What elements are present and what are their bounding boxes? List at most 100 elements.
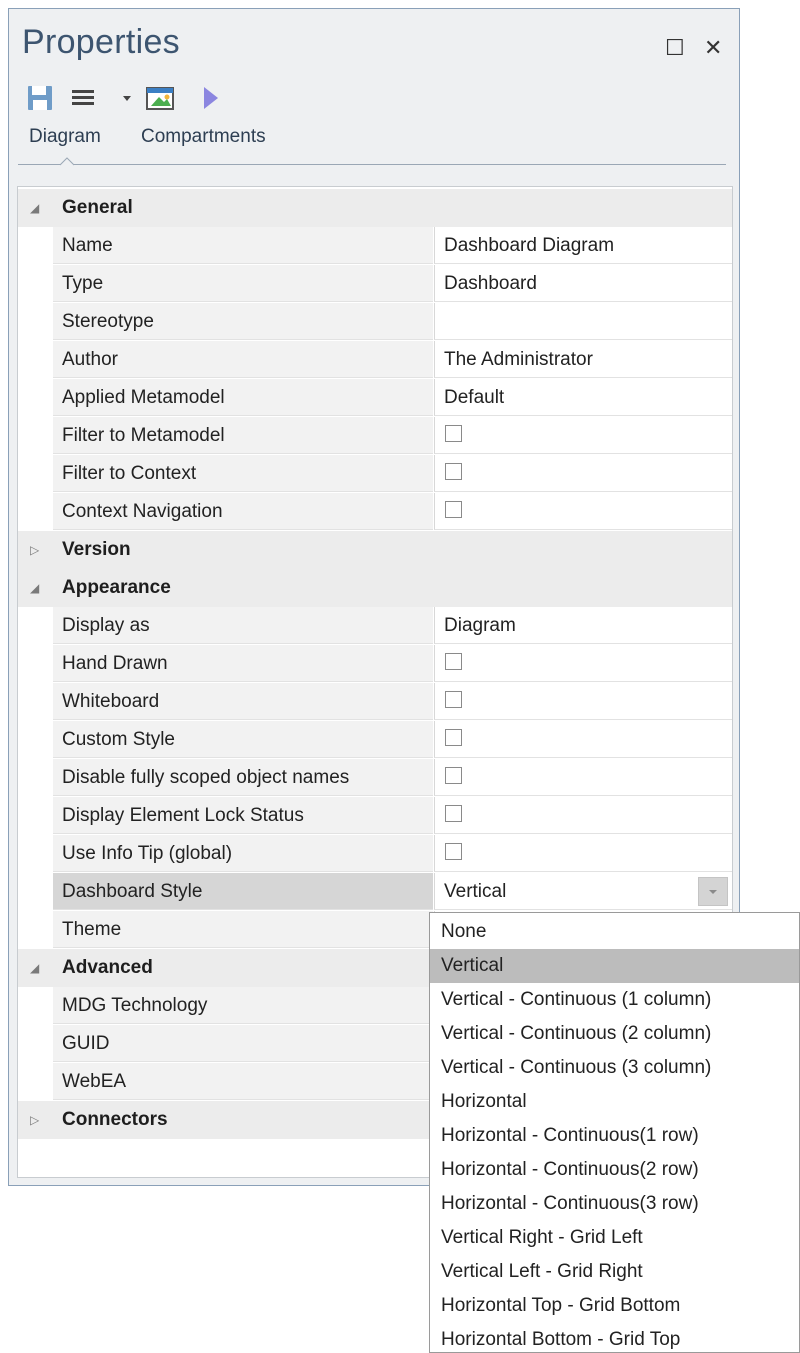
dropdown-option[interactable]: Horizontal - Continuous(3 row) bbox=[430, 1187, 799, 1221]
checkbox[interactable] bbox=[445, 805, 462, 822]
property-label: Custom Style bbox=[53, 721, 433, 758]
property-value[interactable]: The Administrator bbox=[434, 341, 732, 378]
panel-title: Properties bbox=[22, 23, 180, 61]
property-row[interactable]: Custom Style bbox=[18, 721, 732, 759]
collapse-triangle-icon[interactable]: ◢ bbox=[30, 189, 39, 227]
property-value[interactable] bbox=[434, 303, 732, 340]
dropdown-option[interactable]: Horizontal - Continuous(1 row) bbox=[430, 1119, 799, 1153]
property-label: Context Navigation bbox=[53, 493, 433, 530]
menu-lines-icon[interactable] bbox=[69, 81, 99, 115]
dropdown-arrow-button[interactable] bbox=[698, 877, 728, 906]
dropdown-option[interactable]: Horizontal Bottom - Grid Top bbox=[430, 1323, 799, 1352]
checkbox[interactable] bbox=[445, 729, 462, 746]
maximize-icon[interactable]: ☐ bbox=[665, 37, 685, 59]
gutter bbox=[18, 873, 53, 911]
active-tab-notch bbox=[60, 157, 74, 166]
dashboard-style-select[interactable]: Vertical bbox=[434, 873, 732, 910]
gutter bbox=[18, 835, 53, 873]
property-row[interactable]: Hand Drawn bbox=[18, 645, 732, 683]
property-label: GUID bbox=[53, 1025, 433, 1062]
category-appearance[interactable]: ◢ Appearance bbox=[18, 569, 732, 607]
property-label: Display as bbox=[53, 607, 433, 644]
gutter bbox=[18, 911, 53, 949]
gutter bbox=[18, 227, 53, 265]
category-version[interactable]: ▷ Version bbox=[18, 531, 732, 569]
gutter bbox=[18, 1025, 53, 1063]
dropdown-option[interactable]: Horizontal Top - Grid Bottom bbox=[430, 1289, 799, 1323]
property-row[interactable]: Name Dashboard Diagram bbox=[18, 227, 732, 265]
collapse-triangle-icon[interactable]: ◢ bbox=[30, 569, 39, 607]
category-label: General bbox=[62, 197, 133, 218]
checkbox[interactable] bbox=[445, 691, 462, 708]
checkbox[interactable] bbox=[445, 653, 462, 670]
expand-triangle-icon[interactable]: ▷ bbox=[30, 531, 39, 569]
property-value bbox=[434, 835, 732, 872]
property-row[interactable]: Whiteboard bbox=[18, 683, 732, 721]
property-row[interactable]: Stereotype bbox=[18, 303, 732, 341]
property-label: Applied Metamodel bbox=[53, 379, 433, 416]
checkbox[interactable] bbox=[445, 501, 462, 518]
gutter bbox=[18, 683, 53, 721]
checkbox[interactable] bbox=[445, 463, 462, 480]
property-row[interactable]: Display Element Lock Status bbox=[18, 797, 732, 835]
close-icon[interactable]: ✕ bbox=[704, 37, 722, 59]
save-icon[interactable] bbox=[25, 81, 55, 115]
dashboard-style-dropdown-list: None Vertical Vertical - Continuous (1 c… bbox=[429, 912, 800, 1353]
property-value[interactable]: Default bbox=[434, 379, 732, 416]
select-value: Vertical bbox=[444, 881, 507, 902]
collapse-triangle-icon[interactable]: ◢ bbox=[30, 949, 39, 987]
dropdown-option[interactable]: Vertical - Continuous (2 column) bbox=[430, 1017, 799, 1051]
dropdown-option[interactable]: Horizontal bbox=[430, 1085, 799, 1119]
dropdown-option[interactable]: None bbox=[430, 915, 799, 949]
property-value bbox=[434, 455, 732, 492]
property-row[interactable]: Filter to Metamodel bbox=[18, 417, 732, 455]
dropdown-option[interactable]: Vertical - Continuous (1 column) bbox=[430, 983, 799, 1017]
property-value bbox=[434, 797, 732, 834]
tab-compartments[interactable]: Compartments bbox=[141, 126, 266, 148]
tab-divider bbox=[18, 164, 726, 165]
property-row[interactable]: Display as Diagram bbox=[18, 607, 732, 645]
property-label: Type bbox=[53, 265, 433, 302]
property-row[interactable]: Disable fully scoped object names bbox=[18, 759, 732, 797]
gutter bbox=[18, 759, 53, 797]
property-value[interactable]: Dashboard bbox=[434, 265, 732, 302]
gutter bbox=[18, 721, 53, 759]
property-value bbox=[434, 417, 732, 454]
dropdown-option-selected[interactable]: Vertical bbox=[430, 949, 799, 983]
property-label: Theme bbox=[53, 911, 433, 948]
property-value bbox=[434, 759, 732, 796]
dropdown-option[interactable]: Vertical Left - Grid Right bbox=[430, 1255, 799, 1289]
checkbox[interactable] bbox=[445, 843, 462, 860]
property-value bbox=[434, 493, 732, 530]
gutter bbox=[18, 341, 53, 379]
property-label: Stereotype bbox=[53, 303, 433, 340]
property-value bbox=[434, 683, 732, 720]
toolbar bbox=[25, 81, 725, 115]
dropdown-caret-icon[interactable] bbox=[121, 81, 133, 115]
expand-triangle-icon[interactable]: ▷ bbox=[30, 1101, 39, 1139]
property-row-dashboard-style[interactable]: Dashboard Style Vertical bbox=[18, 873, 732, 911]
image-properties-icon[interactable] bbox=[143, 81, 177, 115]
property-value[interactable]: Diagram bbox=[434, 607, 732, 644]
dropdown-option[interactable]: Vertical Right - Grid Left bbox=[430, 1221, 799, 1255]
property-value[interactable]: Dashboard Diagram bbox=[434, 227, 732, 264]
property-label: MDG Technology bbox=[53, 987, 433, 1024]
property-row[interactable]: Applied Metamodel Default bbox=[18, 379, 732, 417]
property-label: Use Info Tip (global) bbox=[53, 835, 433, 872]
checkbox[interactable] bbox=[445, 767, 462, 784]
property-row[interactable]: Context Navigation bbox=[18, 493, 732, 531]
property-row[interactable]: Author The Administrator bbox=[18, 341, 732, 379]
property-row[interactable]: Filter to Context bbox=[18, 455, 732, 493]
dropdown-option[interactable]: Horizontal - Continuous(2 row) bbox=[430, 1153, 799, 1187]
property-row[interactable]: Use Info Tip (global) bbox=[18, 835, 732, 873]
checkbox[interactable] bbox=[445, 425, 462, 442]
play-arrow-icon[interactable] bbox=[201, 81, 221, 115]
gutter bbox=[18, 379, 53, 417]
category-label: Advanced bbox=[62, 957, 153, 978]
property-row[interactable]: Type Dashboard bbox=[18, 265, 732, 303]
property-label: Dashboard Style bbox=[53, 873, 433, 910]
dropdown-option[interactable]: Vertical - Continuous (3 column) bbox=[430, 1051, 799, 1085]
category-general[interactable]: ◢ General bbox=[18, 189, 732, 227]
gutter bbox=[18, 987, 53, 1025]
tab-diagram[interactable]: Diagram bbox=[29, 126, 101, 148]
